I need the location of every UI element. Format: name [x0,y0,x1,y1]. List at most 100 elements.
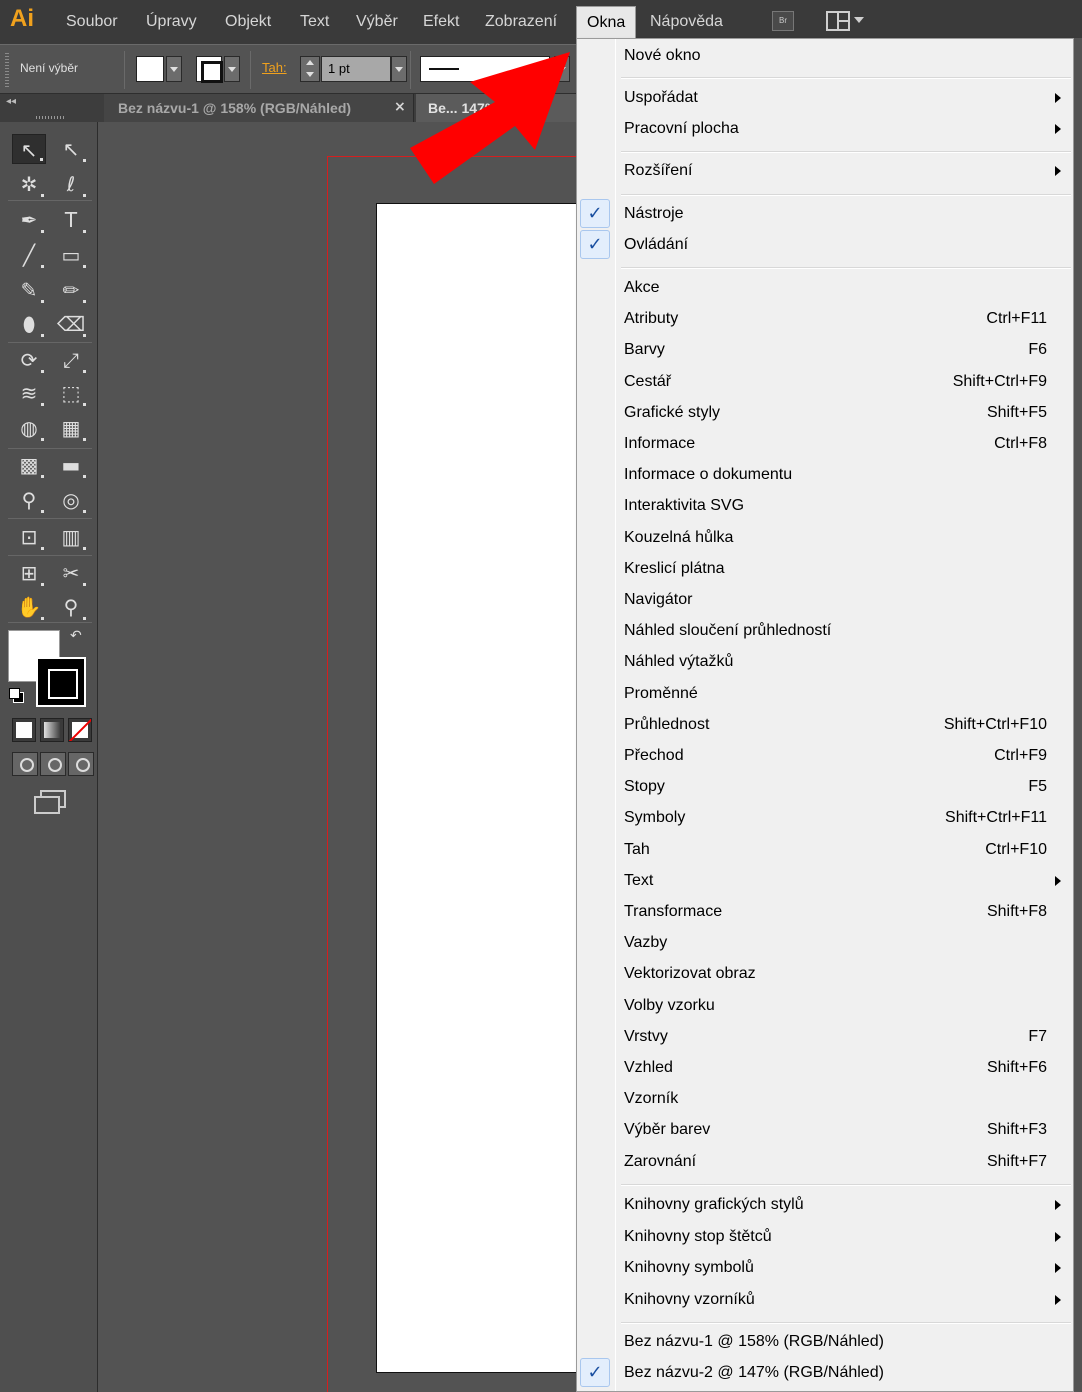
menu-napoveda[interactable]: Nápověda [640,9,733,35]
stroke-color-swatch[interactable] [196,56,223,83]
menu-item-akce[interactable]: Akce [577,272,1073,303]
menu-item-knihovny-grafickych-stylu[interactable]: Knihovny grafických stylů [577,1189,1073,1220]
menu-item-nahled-slouceni-pruhlednosti[interactable]: Náhled sloučení průhledností [577,615,1073,646]
menu-zobrazeni[interactable]: Zobrazení [475,9,567,35]
draw-normal-button[interactable] [12,752,38,776]
menu-item-prechod[interactable]: Přechod Ctrl+F9 [577,740,1073,771]
menu-item-vyber-barev[interactable]: Výběr barev Shift+F3 [577,1114,1073,1145]
menu-item-rozsireni[interactable]: Rozšíření [577,155,1073,186]
menu-item-knihovny-stop-stetcu[interactable]: Knihovny stop štětců [577,1221,1073,1252]
menu-item-ovladani[interactable]: ✓ Ovládání [577,229,1073,260]
menu-upravy[interactable]: Úpravy [136,9,207,35]
menu-item-kreslici-platna[interactable]: Kreslicí plátna [577,553,1073,584]
menu-item-navigator[interactable]: Navigátor [577,584,1073,615]
hand-tool[interactable]: ✋ [12,592,46,622]
slice-tool[interactable]: ✂ [54,558,88,588]
menu-item-vzhled[interactable]: Vzhled Shift+F6 [577,1052,1073,1083]
zoom-tool[interactable]: ⚲ [54,592,88,622]
blob-brush-tool[interactable]: ⬮ [12,309,46,339]
menu-item-usporadat[interactable]: Uspořádat [577,82,1073,113]
menu-item-promenne[interactable]: Proměnné [577,678,1073,709]
perspective-grid-tool[interactable]: ▦ [54,413,88,443]
scale-tool[interactable]: ⤢ [54,345,88,375]
none-mode-button[interactable] [68,718,92,742]
collapse-panel-icon[interactable]: ◂◂ [6,96,16,107]
menu-item-zarovnani[interactable]: Zarovnání Shift+F7 [577,1146,1073,1177]
menu-item-stopy[interactable]: Stopy F5 [577,771,1073,802]
stroke-weight-stepper[interactable] [300,56,320,82]
stroke-dropdown-arrow[interactable] [224,56,240,82]
menu-item-vzornik[interactable]: Vzorník [577,1083,1073,1114]
color-mode-button[interactable] [12,718,36,742]
rectangle-tool[interactable]: ▭ [54,240,88,270]
stroke-label[interactable]: Tah: [262,60,287,75]
magic-wand-tool[interactable]: ✲ [12,169,46,199]
menu-item-tah[interactable]: Tah Ctrl+F10 [577,834,1073,865]
artboard-tool[interactable]: ⊞ [12,558,46,588]
menu-text[interactable]: Text [290,9,339,35]
menu-efekt[interactable]: Efekt [413,9,469,35]
menu-item-knihovny-vzorniku[interactable]: Knihovny vzorníků [577,1284,1073,1315]
fill-color-swatch[interactable] [136,56,164,82]
stroke-color-box[interactable] [36,657,86,707]
menu-item-vrstvy[interactable]: Vrstvy F7 [577,1021,1073,1052]
menu-vyber[interactable]: Výběr [346,9,408,35]
menu-item-transformace[interactable]: Transformace Shift+F8 [577,896,1073,927]
grip-handle[interactable] [5,53,9,87]
menu-item-vektorizovat-obraz[interactable]: Vektorizovat obraz [577,958,1073,989]
symbol-sprayer-tool[interactable]: ⊡ [12,522,46,552]
direct-selection-tool[interactable]: ↖ [54,134,88,164]
panel-grip[interactable] [36,116,66,119]
line-tool[interactable]: ╱ [12,240,46,270]
rotate-tool[interactable]: ⟳ [12,345,46,375]
mesh-tool[interactable]: ▩ [12,450,46,480]
gradient-mode-button[interactable] [40,718,64,742]
menu-item-informace-o-dokumentu[interactable]: Informace o dokumentu [577,459,1073,490]
draw-inside-button[interactable] [68,752,94,776]
menu-item-knihovny-symbolu[interactable]: Knihovny symbolů [577,1252,1073,1283]
menu-item-informace[interactable]: Informace Ctrl+F8 [577,428,1073,459]
arrange-documents-button[interactable] [826,11,866,31]
selection-tool[interactable]: ↖ [12,134,46,164]
menu-item-volby-vzorku[interactable]: Volby vzorku [577,990,1073,1021]
eyedropper-tool[interactable]: ⚲ [12,485,46,515]
menu-item-nastroje[interactable]: ✓ Nástroje [577,198,1073,229]
blend-tool[interactable]: ◎ [54,485,88,515]
column-graph-tool[interactable]: ▥ [54,522,88,552]
menu-item-graficke-styly[interactable]: Grafické styly Shift+F5 [577,397,1073,428]
default-colors-icon[interactable] [9,688,24,703]
screen-mode-icon[interactable] [34,790,66,814]
menu-item-text[interactable]: Text [577,865,1073,896]
document-tab-1[interactable]: Bez názvu-1 @ 158% (RGB/Náhled) × [104,94,414,122]
draw-behind-button[interactable] [40,752,66,776]
menu-item-interaktivita-svg[interactable]: Interaktivita SVG [577,490,1073,521]
menu-item-bez-nazvu-1-158-rgb-nahled[interactable]: Bez názvu-1 @ 158% (RGB/Náhled) [577,1326,1073,1357]
menu-item-atributy[interactable]: Atributy Ctrl+F11 [577,303,1073,334]
menu-objekt[interactable]: Objekt [215,9,281,35]
lasso-tool[interactable]: ℓ [54,169,88,199]
menu-item-pracovni-plocha[interactable]: Pracovní plocha [577,113,1073,144]
type-tool[interactable]: T [54,205,88,235]
menu-soubor[interactable]: Soubor [56,9,128,35]
bridge-button[interactable]: Br [772,11,794,31]
menu-item-nove-okno[interactable]: Nové okno [577,40,1073,71]
menu-item-bez-nazvu-2-147-rgb-nahled[interactable]: ✓ Bez názvu-2 @ 147% (RGB/Náhled) [577,1357,1073,1388]
pen-tool[interactable]: ✒ [12,205,46,235]
menu-item-pruhlednost[interactable]: Průhlednost Shift+Ctrl+F10 [577,709,1073,740]
fill-dropdown-arrow[interactable] [166,56,182,82]
menu-item-kouzelna-hulka[interactable]: Kouzelná hůlka [577,522,1073,553]
swap-colors-icon[interactable]: ↶ [70,628,82,644]
menu-item-symboly[interactable]: Symboly Shift+Ctrl+F11 [577,802,1073,833]
warp-tool[interactable]: ≋ [12,378,46,408]
pencil-tool[interactable]: ✏ [54,275,88,305]
shape-builder-tool[interactable]: ◍ [12,413,46,443]
paintbrush-tool[interactable]: ✎ [12,275,46,305]
menu-item-cestar[interactable]: Cestář Shift+Ctrl+F9 [577,366,1073,397]
free-transform-tool[interactable]: ⬚ [54,378,88,408]
gradient-tool[interactable]: ▬ [54,450,88,480]
menu-item-vazby[interactable]: Vazby [577,927,1073,958]
eraser-tool[interactable]: ⌫ [54,309,88,339]
stroke-weight-input[interactable]: 1 pt [321,56,391,82]
menu-item-nahled-vytazku[interactable]: Náhled výtažků [577,646,1073,677]
menu-okna[interactable]: Okna [576,6,637,38]
